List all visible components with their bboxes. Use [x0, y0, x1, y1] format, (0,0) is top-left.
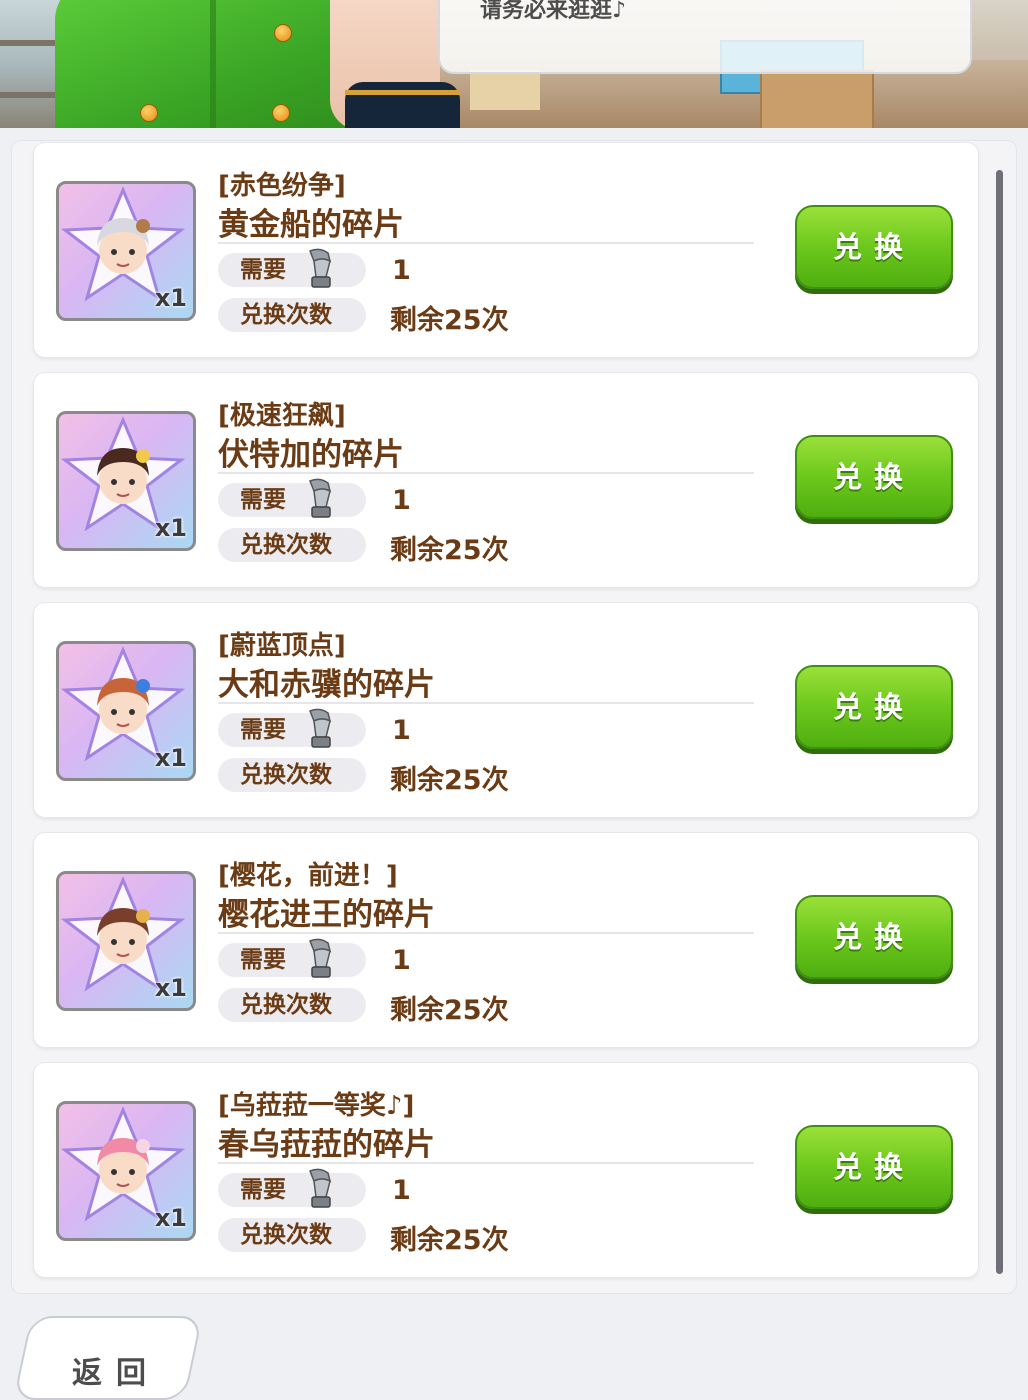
list-item: x1 [蔚蓝顶点] 大和赤骥的碎片 需要 1 兑换次数 剩余25次 兑换	[33, 602, 979, 818]
divider	[218, 242, 754, 244]
item-name: 春乌菈菈的碎片	[218, 1127, 435, 1163]
card-quantity: x1	[154, 974, 187, 1002]
coat-button	[272, 104, 290, 122]
horseshoe-trophy-icon	[300, 477, 338, 531]
item-name: 大和赤骥的碎片	[218, 667, 435, 703]
horseshoe-trophy-icon	[300, 1167, 338, 1221]
divider	[218, 932, 754, 934]
need-label: 需要	[240, 717, 286, 743]
horseshoe-trophy-icon	[300, 937, 338, 991]
card-quantity: x1	[154, 514, 187, 542]
exchange-count-label: 兑换次数	[240, 992, 332, 1018]
need-value: 1	[392, 1175, 411, 1206]
need-pill: 需要	[218, 938, 366, 978]
exchange-button[interactable]: 兑换	[795, 1125, 953, 1209]
need-value: 1	[392, 945, 411, 976]
divider	[218, 702, 754, 704]
exchange-count-pill: 兑换次数	[218, 528, 366, 562]
character-cuff	[345, 82, 460, 128]
exchange-count-pill: 兑换次数	[218, 758, 366, 792]
exchange-count-pill: 兑换次数	[218, 1218, 366, 1252]
list-item: x1 [乌菈菈一等奖♪] 春乌菈菈的碎片 需要 1 兑换次数 剩余25次 兑换	[33, 1062, 979, 1278]
store-box	[470, 70, 540, 110]
exchange-count-label: 兑换次数	[240, 302, 332, 328]
remaining-count: 剩余25次	[390, 765, 509, 796]
horseshoe-trophy-icon	[300, 247, 338, 301]
divider	[218, 472, 754, 474]
list-item: x1 [赤色纷争] 黄金船的碎片 需要 1 兑换次数 剩余25次 兑换	[33, 142, 979, 358]
exchange-button[interactable]: 兑换	[795, 895, 953, 979]
exchange-count-label: 兑换次数	[240, 1222, 332, 1248]
exchange-count-pill: 兑换次数	[218, 298, 366, 332]
need-pill: 需要	[218, 478, 366, 518]
item-title: [乌菈菈一等奖♪]	[218, 1091, 415, 1121]
item-name: 樱花进王的碎片	[218, 897, 435, 933]
exchange-count-label: 兑换次数	[240, 762, 332, 788]
list-item: x1 [极速狂飙] 伏特加的碎片 需要 1 兑换次数 剩余25次 兑换	[33, 372, 979, 588]
need-label: 需要	[240, 1177, 286, 1203]
scrollbar[interactable]	[996, 170, 1003, 1274]
remaining-count: 剩余25次	[390, 995, 509, 1026]
need-pill: 需要	[218, 1168, 366, 1208]
list-item: x1 [樱花，前进！] 樱花进王的碎片 需要 1 兑换次数 剩余25次 兑换	[33, 832, 979, 1048]
exchange-button[interactable]: 兑换	[795, 435, 953, 519]
item-name: 伏特加的碎片	[218, 437, 404, 473]
need-value: 1	[392, 715, 411, 746]
need-label: 需要	[240, 487, 286, 513]
need-value: 1	[392, 485, 411, 516]
item-title: [樱花，前进！]	[218, 861, 398, 891]
piece-card[interactable]: x1	[56, 1101, 196, 1241]
piece-card[interactable]: x1	[56, 411, 196, 551]
item-title: [蔚蓝顶点]	[218, 631, 346, 661]
piece-card[interactable]: x1	[56, 871, 196, 1011]
card-quantity: x1	[154, 1204, 187, 1232]
remaining-count: 剩余25次	[390, 535, 509, 566]
coat-seam	[210, 0, 216, 128]
need-label: 需要	[240, 257, 286, 283]
exchange-list: x1 [赤色纷争] 黄金船的碎片 需要 1 兑换次数 剩余25次 兑换 x1 […	[33, 142, 979, 1292]
piece-card[interactable]: x1	[56, 641, 196, 781]
top-scene: 请务必来逛逛♪	[0, 0, 1028, 128]
exchange-button[interactable]: 兑换	[795, 205, 953, 289]
scrollbar-thumb[interactable]	[996, 170, 1003, 1274]
horseshoe-trophy-icon	[300, 707, 338, 761]
need-value: 1	[392, 255, 411, 286]
divider	[218, 1162, 754, 1164]
exchange-button[interactable]: 兑换	[795, 665, 953, 749]
need-pill: 需要	[218, 248, 366, 288]
exchange-count-label: 兑换次数	[240, 532, 332, 558]
piece-card[interactable]: x1	[56, 181, 196, 321]
need-label: 需要	[240, 947, 286, 973]
card-quantity: x1	[154, 744, 187, 772]
back-button-label[interactable]: 返回	[72, 1348, 160, 1392]
item-name: 黄金船的碎片	[218, 207, 404, 243]
speech-text: 请务必来逛逛♪	[480, 0, 627, 23]
item-title: [赤色纷争]	[218, 171, 346, 201]
coat-button	[274, 24, 292, 42]
store-box	[760, 70, 874, 128]
coat-button	[140, 104, 158, 122]
remaining-count: 剩余25次	[390, 305, 509, 336]
card-quantity: x1	[154, 284, 187, 312]
need-pill: 需要	[218, 708, 366, 748]
remaining-count: 剩余25次	[390, 1225, 509, 1256]
item-title: [极速狂飙]	[218, 401, 346, 431]
exchange-count-pill: 兑换次数	[218, 988, 366, 1022]
